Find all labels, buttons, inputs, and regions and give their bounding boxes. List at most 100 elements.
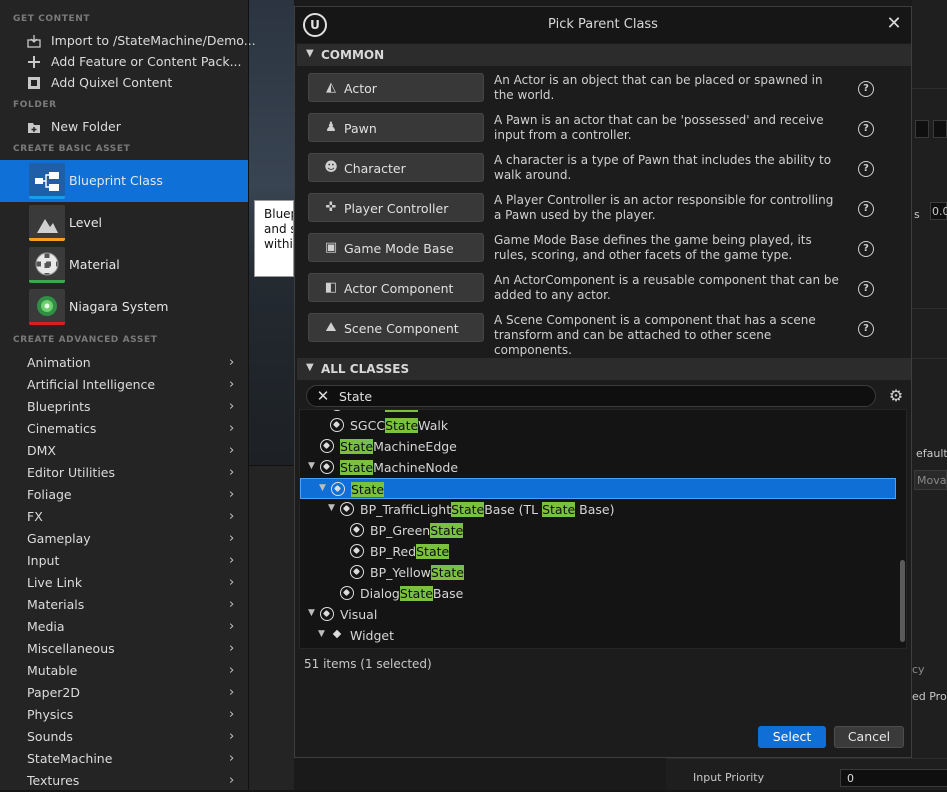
label-text: Base: [432, 586, 464, 601]
advanced-category-paper2d[interactable]: Paper2D ›: [0, 682, 248, 704]
class-node-icon: [330, 418, 344, 432]
label-text: BP_Yellow: [370, 565, 431, 580]
collapse-arrow-icon: ▼: [306, 362, 314, 373]
advanced-category-live-link[interactable]: Live Link ›: [0, 572, 248, 594]
advanced-category-label: Input: [27, 553, 60, 568]
asset-item-material[interactable]: Material: [0, 244, 248, 286]
details-field[interactable]: 0.0: [930, 202, 947, 220]
advanced-category-sounds[interactable]: Sounds ›: [0, 726, 248, 748]
advanced-category-editor-utilities[interactable]: Editor Utilities ›: [0, 462, 248, 484]
chevron-right-icon: ›: [229, 553, 235, 568]
help-icon[interactable]: ?: [858, 281, 874, 297]
view-options-gear-icon[interactable]: ⚙: [887, 387, 905, 405]
class-button-game-mode-base[interactable]: ▣ Game Mode Base: [308, 233, 484, 262]
expand-arrow-icon[interactable]: ▼: [308, 608, 315, 618]
tree-row[interactable]: ▼ Widget: [300, 625, 896, 646]
asset-item-blueprint-class[interactable]: Blueprint Class: [0, 160, 248, 202]
tree-row-label: SGCCStateTalk: [350, 410, 442, 412]
clear-search-icon[interactable]: ✕: [315, 387, 331, 405]
advanced-category-mutable[interactable]: Mutable ›: [0, 660, 248, 682]
select-button[interactable]: Select: [758, 726, 826, 748]
expand-arrow-icon[interactable]: ▼: [319, 483, 326, 493]
class-node-icon: [350, 565, 364, 579]
advanced-category-label: Miscellaneous: [27, 641, 115, 656]
add-feature-icon: [27, 55, 41, 69]
tree-row[interactable]: BP_GreenState: [300, 520, 896, 541]
menu-item-quixel[interactable]: Add Quixel Content: [0, 73, 248, 94]
advanced-category-animation[interactable]: Animation ›: [0, 352, 248, 374]
label-text: Talk: [418, 410, 442, 412]
tree-row[interactable]: ▼ Visual: [300, 604, 896, 625]
menu-item-new-folder[interactable]: New Folder: [0, 117, 248, 138]
help-icon[interactable]: ?: [858, 81, 874, 97]
input-priority-field[interactable]: 0: [840, 769, 947, 787]
tree-row[interactable]: ▼ BP_TrafficLightStateBase (TL State Base…: [300, 499, 896, 520]
content-browser-add-menu: GET CONTENT Import to /StateMachine/Demo…: [0, 0, 256, 792]
chevron-right-icon: ›: [229, 377, 235, 392]
menu-item-import[interactable]: Import to /StateMachine/Demo...: [0, 31, 256, 52]
mobility-button[interactable]: Movab: [914, 470, 947, 490]
close-button[interactable]: ✕: [883, 13, 905, 35]
help-icon[interactable]: ?: [858, 241, 874, 257]
details-button[interactable]: [933, 120, 947, 138]
tree-scrollbar[interactable]: [900, 560, 905, 642]
asset-item-niagara-system[interactable]: Niagara System: [0, 286, 248, 328]
menu-item-add-feature[interactable]: Add Feature or Content Pack...: [0, 52, 248, 73]
search-match-highlight: State: [430, 523, 464, 538]
common-section-header[interactable]: ▼ COMMON: [297, 44, 911, 66]
expand-arrow-icon[interactable]: ▼: [328, 503, 335, 513]
dialog-title-bar[interactable]: U Pick Parent Class ✕: [295, 7, 911, 43]
expand-arrow-icon[interactable]: ▼: [308, 461, 315, 471]
advanced-category-fx[interactable]: FX ›: [0, 506, 248, 528]
class-button-pawn[interactable]: ♟ Pawn: [308, 113, 484, 142]
class-button-character[interactable]: ☻ Character: [308, 153, 484, 182]
class-search-input[interactable]: [339, 388, 859, 405]
help-icon[interactable]: ?: [858, 201, 874, 217]
tree-row[interactable]: SGCCStateWalk: [300, 415, 896, 436]
class-button-actor[interactable]: ◭ Actor: [308, 73, 484, 102]
class-button-scene-component[interactable]: ⛰ Scene Component: [308, 313, 484, 342]
tree-row[interactable]: BP_RedState: [300, 541, 896, 562]
tree-row[interactable]: DialogStateBase: [300, 583, 896, 604]
chevron-right-icon: ›: [229, 531, 235, 546]
tooltip-line: withi: [264, 237, 293, 251]
label-text: SGCC: [350, 418, 386, 433]
tree-row[interactable]: BP_YellowState: [300, 562, 896, 583]
expand-arrow-icon[interactable]: ▼: [318, 629, 325, 639]
advanced-category-cinematics[interactable]: Cinematics ›: [0, 418, 248, 440]
help-icon[interactable]: ?: [858, 161, 874, 177]
tree-row[interactable]: StateMachineEdge: [300, 436, 896, 457]
advanced-category-gameplay[interactable]: Gameplay ›: [0, 528, 248, 550]
details-button[interactable]: [915, 120, 929, 138]
search-match-highlight: State: [340, 460, 374, 475]
advanced-category-textures[interactable]: Textures ›: [0, 770, 248, 792]
label-text: Walk: [418, 418, 449, 433]
advanced-category-artificial-intelligence[interactable]: Artificial Intelligence ›: [0, 374, 248, 396]
class-button-actor-component[interactable]: ◧ Actor Component: [308, 273, 484, 302]
content-browser-panel: [249, 465, 294, 790]
tree-row[interactable]: ▼ State: [300, 478, 896, 499]
all-classes-section-header[interactable]: ▼ ALL CLASSES: [297, 358, 911, 380]
advanced-category-dmx[interactable]: DMX ›: [0, 440, 248, 462]
common-class-row: ⛰ Scene Component A Scene Component is a c…: [297, 309, 911, 357]
advanced-category-materials[interactable]: Materials ›: [0, 594, 248, 616]
details-row-input-priority: Input Priority 0: [666, 758, 947, 790]
cancel-button[interactable]: Cancel: [834, 726, 904, 748]
advanced-category-blueprints[interactable]: Blueprints ›: [0, 396, 248, 418]
advanced-category-physics[interactable]: Physics ›: [0, 704, 248, 726]
help-icon[interactable]: ?: [858, 321, 874, 337]
advanced-category-statemachine[interactable]: StateMachine ›: [0, 748, 248, 770]
advanced-category-miscellaneous[interactable]: Miscellaneous ›: [0, 638, 248, 660]
help-icon[interactable]: ?: [858, 121, 874, 137]
advanced-category-foliage[interactable]: Foliage ›: [0, 484, 248, 506]
tree-row[interactable]: ▼ StateMachineNode: [300, 457, 896, 478]
chevron-right-icon: ›: [229, 597, 235, 612]
scene-component-icon: ⛰: [325, 320, 337, 335]
tree-row-label: BP_TrafficLightStateBase (TL State Base): [360, 502, 614, 517]
asset-item-level[interactable]: Level: [0, 202, 248, 244]
chevron-right-icon: ›: [229, 443, 235, 458]
advanced-category-input[interactable]: Input ›: [0, 550, 248, 572]
class-button-player-controller[interactable]: ✜ Player Controller: [308, 193, 484, 222]
advanced-category-media[interactable]: Media ›: [0, 616, 248, 638]
class-button-label: Player Controller: [344, 201, 449, 216]
